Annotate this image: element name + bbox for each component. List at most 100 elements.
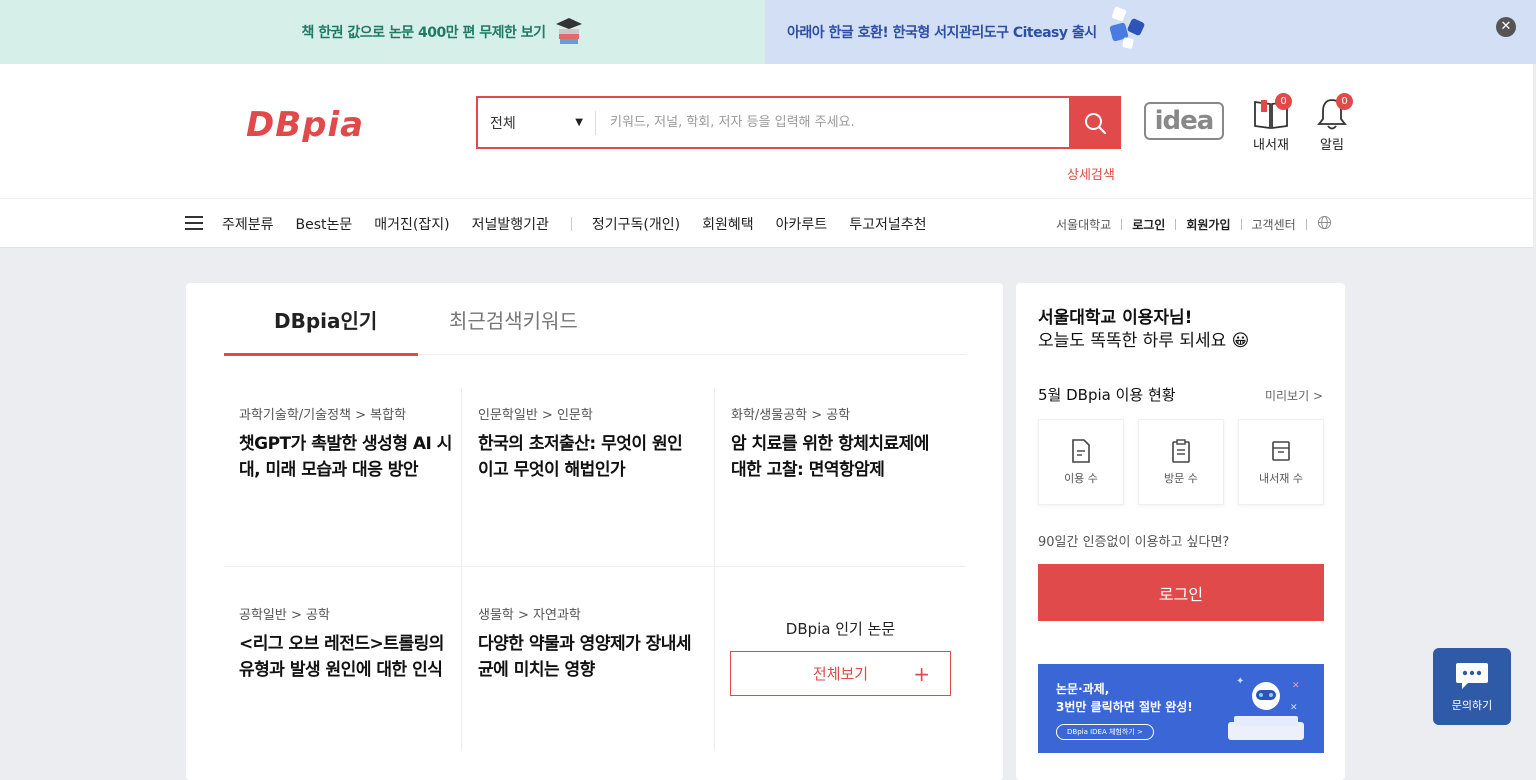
nav-best-papers[interactable]: Best논문	[296, 214, 353, 234]
top-banner: 책 한권 값으로 논문 400만 편 무제한 보기 아래아 한글 호환! 한국형…	[0, 0, 1536, 64]
active-tab-indicator	[224, 353, 418, 356]
divider	[1175, 218, 1177, 230]
tab-dbpia-popular[interactable]: DBpia인기	[274, 305, 377, 334]
nav-divider	[570, 217, 572, 231]
caret-down-icon: ▼	[575, 117, 583, 128]
plus-icon: +	[913, 661, 930, 686]
user-sidebar: 서울대학교 이용자님! 오늘도 똑똑한 하루 되세요 😀 5월 DBpia 이용…	[1016, 283, 1345, 780]
stat-visits: 방문 수	[1138, 419, 1224, 505]
paper-card[interactable]: 화학/생물공학 > 공학 암 치료를 위한 항체치료제에 대한 고찰: 면역항암…	[716, 388, 952, 566]
alerts-label: 알림	[1320, 138, 1344, 153]
paper-category: 과학기술학/기술정책 > 복합학	[239, 408, 407, 423]
dbpia-logo[interactable]: DBpia	[244, 105, 428, 145]
my-library-label: 내서재	[1253, 138, 1289, 153]
grid-divider	[461, 388, 462, 750]
logo-text: DBpia	[246, 106, 364, 142]
robot-book-illustration: ✦ ✕ ✕	[1228, 676, 1304, 740]
globe-icon[interactable]	[1317, 215, 1332, 233]
alerts-count-badge: 0	[1336, 93, 1353, 110]
banner-promo-unlimited[interactable]: 책 한권 값으로 논문 400만 편 무제한 보기	[0, 0, 765, 64]
promo-cta[interactable]: DBpia IDEA 체험하기 >	[1056, 724, 1154, 740]
paper-card[interactable]: 인문학일반 > 인문학 한국의 초저출산: 무엇이 원인이고 무엇이 해법인가	[463, 388, 699, 566]
grid-divider	[224, 566, 966, 567]
chat-label: 문의하기	[1451, 698, 1493, 712]
search-scope-select[interactable]: 전체 ▼	[478, 110, 596, 135]
stat-usage-label: 이용 수	[1064, 472, 1098, 485]
idea-button[interactable]: idea	[1144, 102, 1224, 140]
login-link[interactable]: 로그인	[1132, 216, 1165, 233]
graduation-books-icon	[554, 16, 584, 48]
document-icon	[1072, 439, 1090, 463]
banner-left-text: 책 한권 값으로 논문 400만 편 무제한 보기	[301, 25, 546, 41]
site-header: DBpia 전체 ▼ 상세검색 idea 0 내서재 0	[0, 64, 1533, 198]
inquiry-chat-button[interactable]: 문의하기	[1433, 648, 1511, 725]
chat-bubble-icon	[1456, 662, 1488, 689]
nav-member-benefits[interactable]: 회원혜택	[702, 214, 754, 234]
paper-category: 화학/생물공학 > 공학	[731, 408, 851, 423]
nav-journal-recommend[interactable]: 투고저널추천	[849, 214, 926, 234]
idea-promo-banner[interactable]: 논문·과제, 3번만 클릭하면 절반 완성! DBpia IDEA 체험하기 >…	[1038, 664, 1324, 753]
popular-more-label: DBpia 인기 논문	[785, 620, 896, 638]
divider	[1240, 218, 1242, 230]
login-button[interactable]: 로그인	[1038, 564, 1324, 621]
clipboard-icon	[1172, 439, 1190, 463]
svg-text:✦: ✦	[1236, 676, 1244, 687]
promo-line2: 3번만 클릭하면 절반 완성!	[1056, 700, 1193, 714]
search-bar: 전체 ▼	[476, 96, 1121, 149]
nav-subject-category[interactable]: 주제분류	[222, 214, 274, 234]
paper-title[interactable]: <리그 오브 레전드>트롤링의 유형과 발생 원인에 대한 인식	[239, 631, 454, 683]
menu-hamburger-icon[interactable]	[185, 216, 203, 230]
support-link[interactable]: 고객센터	[1252, 216, 1296, 233]
svg-text:✕: ✕	[1290, 703, 1298, 713]
paper-card[interactable]: 공학일반 > 공학 <리그 오브 레전드>트롤링의 유형과 발생 원인에 대한 …	[224, 588, 460, 766]
paper-category: 인문학일반 > 인문학	[478, 408, 593, 423]
popular-tabs: DBpia인기 최근검색키워드	[224, 283, 966, 356]
institution-link[interactable]: 서울대학교	[1056, 216, 1111, 233]
search-icon	[1085, 112, 1107, 134]
alerts-button[interactable]: 0 알림	[1307, 93, 1357, 153]
stat-visits-label: 방문 수	[1164, 472, 1198, 485]
main-nav: 주제분류 Best논문 매거진(잡지) 저널발행기관 정기구독(개인) 회원혜택…	[0, 198, 1533, 248]
preview-link[interactable]: 미리보기 >	[1265, 387, 1323, 404]
no-auth-prompt: 90일간 인증없이 이용하고 싶다면?	[1038, 535, 1230, 550]
promo-line1: 논문·과제,	[1056, 682, 1110, 696]
greeting-subtitle: 오늘도 똑똑한 하루 되세요 😀	[1038, 331, 1250, 351]
banner-right-text: 아래아 한글 호환! 한국형 서지관리도구 Citeasy 출시	[787, 25, 1097, 41]
paper-title[interactable]: 다양한 약물과 영양제가 장내세균에 미치는 영향	[478, 631, 693, 683]
paper-title[interactable]: 챗GPT가 촉발한 생성형 AI 시대, 미래 모습과 대응 방안	[239, 431, 454, 483]
nav-magazine[interactable]: 매거진(잡지)	[374, 214, 449, 234]
stat-library-label: 내서재 수	[1259, 472, 1303, 485]
stat-library: 내서재 수	[1238, 419, 1324, 505]
nav-publishers[interactable]: 저널발행기관	[472, 214, 549, 234]
nav-acaroute[interactable]: 아카루트	[776, 214, 828, 234]
signup-link[interactable]: 회원가입	[1186, 216, 1230, 233]
search-button[interactable]	[1069, 96, 1121, 149]
greeting-title: 서울대학교 이용자님!	[1038, 308, 1193, 328]
paper-title[interactable]: 암 치료를 위한 항체치료제에 대한 고찰: 면역항암제	[731, 431, 946, 483]
search-scope-value: 전체	[490, 115, 516, 132]
paper-category: 생물학 > 자연과학	[478, 608, 581, 623]
citeasy-cubes-icon	[1105, 6, 1144, 49]
divider	[1305, 218, 1307, 230]
tab-recent-keywords[interactable]: 최근검색키워드	[449, 305, 578, 334]
nav-subscription[interactable]: 정기구독(개인)	[592, 214, 680, 234]
library-count-badge: 0	[1275, 93, 1292, 110]
paper-card[interactable]: 과학기술학/기술정책 > 복합학 챗GPT가 촉발한 생성형 AI 시대, 미래…	[224, 388, 460, 566]
search-input[interactable]	[596, 98, 1069, 147]
archive-box-icon	[1272, 441, 1290, 461]
my-library-button[interactable]: 0 내서재	[1246, 93, 1296, 153]
banner-promo-citeasy[interactable]: 아래아 한글 호환! 한국형 서지관리도구 Citeasy 출시 ✕	[765, 0, 1536, 64]
stat-usage: 이용 수	[1038, 419, 1124, 505]
divider	[1121, 218, 1123, 230]
usage-title: 5월 DBpia 이용 현황	[1038, 386, 1176, 404]
paper-title[interactable]: 한국의 초저출산: 무엇이 원인이고 무엇이 해법인가	[478, 431, 693, 483]
banner-close-button[interactable]: ✕	[1496, 17, 1516, 37]
grid-divider	[714, 388, 715, 750]
svg-text:✕: ✕	[1292, 681, 1300, 691]
popular-papers-panel: DBpia인기 최근검색키워드 과학기술학/기술정책 > 복합학 챗GPT가 촉…	[186, 283, 1003, 780]
view-all-button[interactable]: 전체보기 +	[730, 651, 951, 696]
advanced-search-link[interactable]: 상세검색	[1067, 164, 1115, 183]
view-all-label: 전체보기	[812, 665, 869, 683]
paper-card[interactable]: 생물학 > 자연과학 다양한 약물과 영양제가 장내세균에 미치는 영향	[463, 588, 699, 766]
paper-category: 공학일반 > 공학	[239, 608, 330, 623]
